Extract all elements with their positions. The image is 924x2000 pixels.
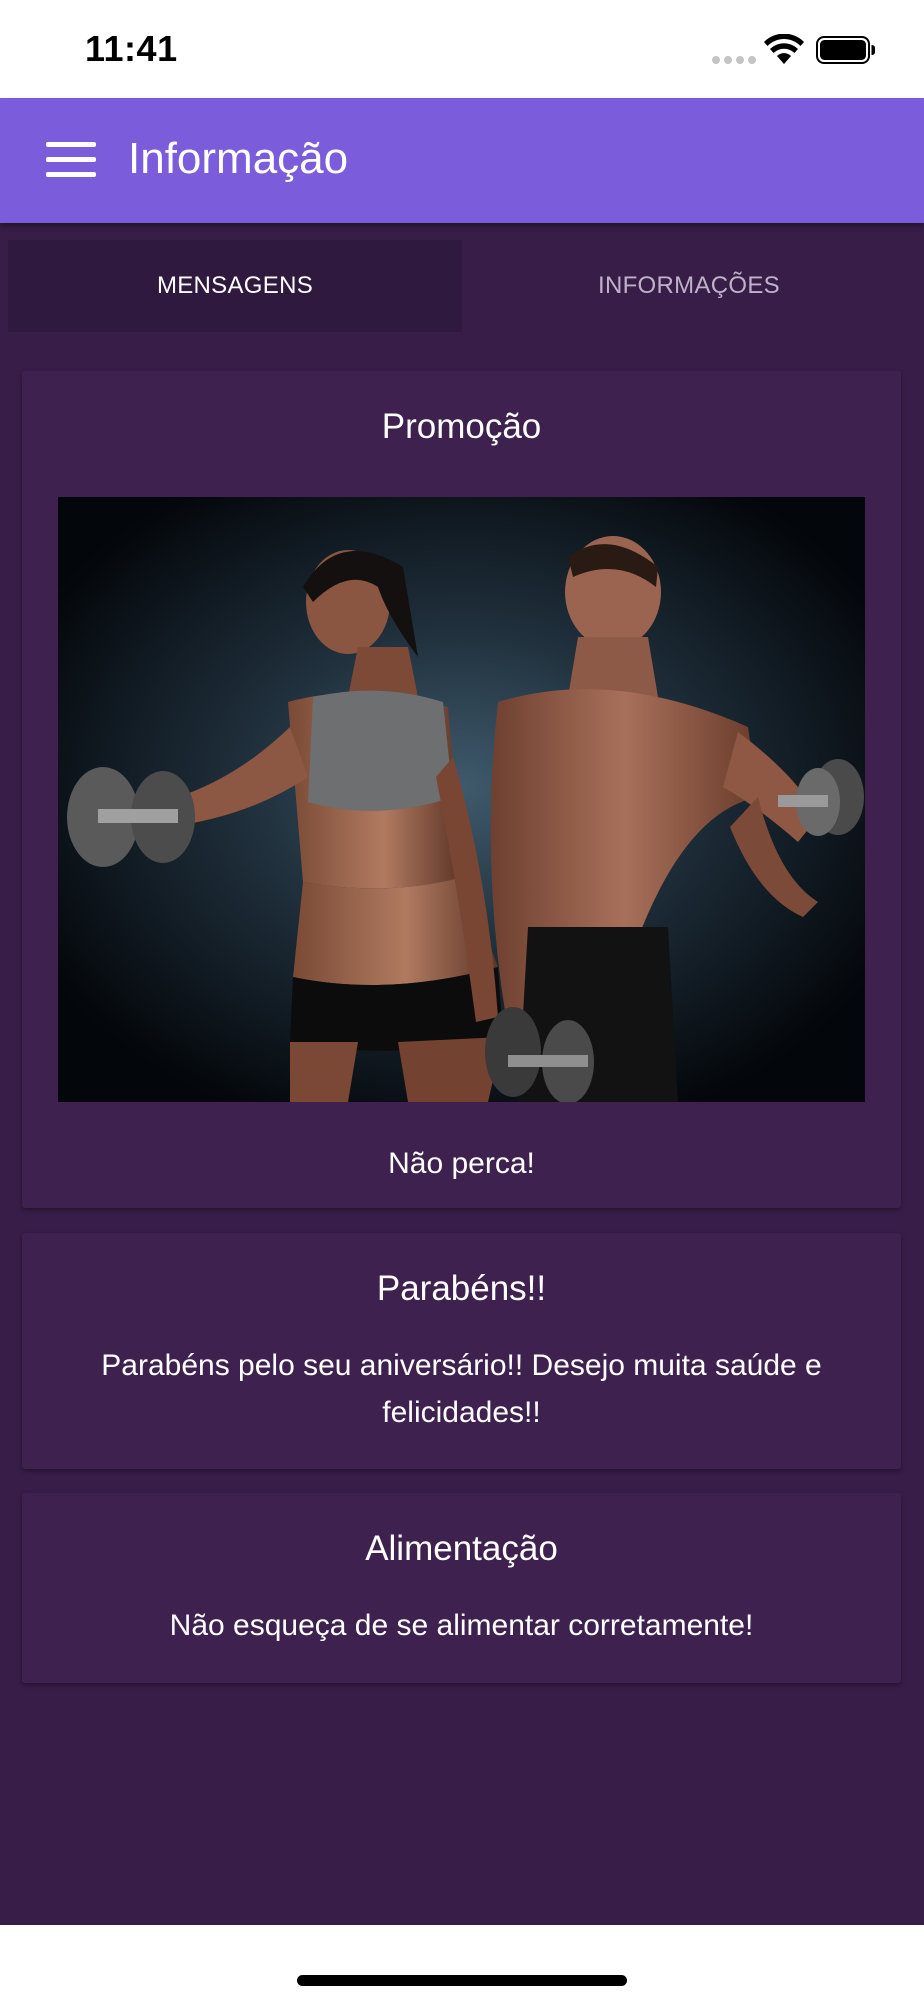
- card-text: Não perca!: [388, 1147, 535, 1180]
- message-card-alimentacao[interactable]: Alimentação Não esqueça de se alimentar …: [22, 1493, 901, 1683]
- card-text: Parabéns pelo seu aniversário!! Desejo m…: [101, 1349, 822, 1429]
- battery-icon: [816, 36, 875, 64]
- card-title: Promoção: [381, 407, 542, 446]
- home-indicator[interactable]: [297, 1975, 627, 1986]
- message-card-promocao[interactable]: Promoção Não perca!: [22, 371, 901, 1208]
- card-title: Parabéns!!: [376, 1269, 547, 1308]
- wifi-icon: [764, 34, 804, 64]
- hamburger-menu-icon[interactable]: [44, 140, 98, 180]
- cellular-signal-icon: [712, 56, 758, 64]
- tab-mensagens[interactable]: MENSAGENS: [8, 240, 462, 332]
- message-card-parabens[interactable]: Parabéns!! Parabéns pelo seu aniversário…: [22, 1233, 901, 1469]
- content-area: MENSAGENS INFORMAÇÕES Promoção Não perca…: [0, 223, 924, 1925]
- status-time: 11:41: [85, 28, 178, 69]
- app-bar: Informação: [0, 98, 924, 223]
- tab-informacoes[interactable]: INFORMAÇÕES: [462, 240, 916, 332]
- home-bar-area: [0, 1925, 924, 2000]
- card-text: Não esqueça de se alimentar corretamente…: [169, 1609, 754, 1642]
- tab-bar: MENSAGENS INFORMAÇÕES: [8, 240, 916, 332]
- page-title: Informação: [128, 134, 349, 183]
- status-bar: 11:41: [0, 0, 924, 98]
- card-title: Alimentação: [365, 1529, 558, 1568]
- fitness-couple-image: [58, 497, 865, 1102]
- promo-image: [58, 497, 865, 1102]
